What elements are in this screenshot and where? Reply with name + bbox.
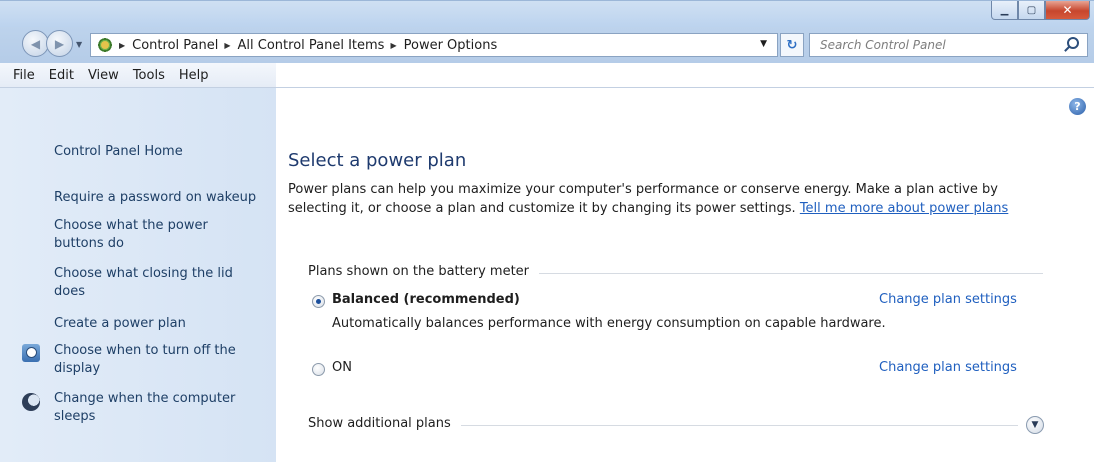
help-icon[interactable]: ? bbox=[1069, 98, 1086, 115]
plan-radio-on[interactable] bbox=[312, 363, 325, 376]
forward-button[interactable]: ▶ bbox=[46, 30, 73, 57]
history-dropdown-icon[interactable]: ▼ bbox=[76, 40, 82, 49]
sidebar-item-closing-lid[interactable]: Choose what closing the lid does bbox=[54, 265, 254, 301]
breadcrumb-arrow-icon[interactable]: ▶ bbox=[224, 41, 230, 50]
minimize-button[interactable]: ▁ bbox=[991, 1, 1018, 20]
close-button[interactable]: ✕ bbox=[1045, 1, 1090, 20]
intro-text: Power plans can help you maximize your c… bbox=[288, 180, 1048, 218]
address-bar[interactable]: ▶ Control Panel ▶ All Control Panel Item… bbox=[90, 33, 778, 57]
search-box[interactable] bbox=[809, 33, 1088, 57]
plan-name-on[interactable]: ON bbox=[332, 360, 352, 375]
breadcrumb-control-panel[interactable]: Control Panel bbox=[132, 38, 218, 53]
tell-me-more-link[interactable]: Tell me more about power plans bbox=[800, 201, 1008, 216]
page-title: Select a power plan bbox=[288, 150, 467, 171]
expand-chevron-icon[interactable]: ▼ bbox=[1026, 416, 1044, 434]
breadcrumb-power-options[interactable]: Power Options bbox=[404, 38, 498, 53]
plan-description-balanced: Automatically balances performance with … bbox=[332, 316, 886, 331]
menu-bar: File Edit View Tools Help bbox=[0, 63, 1094, 88]
menu-help[interactable]: Help bbox=[172, 68, 216, 83]
search-icon[interactable] bbox=[1067, 37, 1079, 49]
title-bar: ▁ ▢ ✕ bbox=[0, 0, 1094, 27]
sidebar-item-control-panel-home[interactable]: Control Panel Home bbox=[54, 143, 183, 161]
control-panel-icon bbox=[97, 37, 113, 53]
refresh-button[interactable]: ↻ bbox=[780, 33, 804, 57]
menu-view[interactable]: View bbox=[81, 68, 126, 83]
menu-edit[interactable]: Edit bbox=[42, 68, 81, 83]
show-additional-plans-label[interactable]: Show additional plans bbox=[308, 416, 461, 431]
change-plan-settings-link-balanced[interactable]: Change plan settings bbox=[879, 292, 1017, 307]
sidebar-item-sleep[interactable]: Change when the computer sleeps bbox=[54, 390, 254, 426]
plan-radio-balanced[interactable] bbox=[312, 295, 325, 308]
sleep-moon-icon bbox=[22, 393, 40, 411]
sidebar-item-require-password[interactable]: Require a password on wakeup bbox=[54, 189, 256, 207]
sidebar-item-power-buttons[interactable]: Choose what the power buttons do bbox=[54, 217, 254, 253]
navigation-bar: ◀ ▶ ▼ ▶ Control Panel ▶ All Control Pane… bbox=[0, 27, 1094, 63]
address-dropdown-icon[interactable]: ▼ bbox=[760, 39, 767, 49]
main-content: ? Select a power plan Power plans can he… bbox=[276, 88, 1094, 462]
group-label-battery-meter: Plans shown on the battery meter bbox=[308, 264, 540, 279]
breadcrumb-all-items[interactable]: All Control Panel Items bbox=[238, 38, 385, 53]
breadcrumb-arrow-icon[interactable]: ▶ bbox=[119, 41, 125, 50]
sidebar: Control Panel Home Require a password on… bbox=[0, 88, 276, 462]
menu-tools[interactable]: Tools bbox=[126, 68, 172, 83]
menu-file[interactable]: File bbox=[6, 68, 42, 83]
breadcrumb-arrow-icon[interactable]: ▶ bbox=[390, 41, 396, 50]
display-timer-icon bbox=[22, 344, 40, 362]
plan-name-balanced[interactable]: Balanced (recommended) bbox=[332, 292, 520, 307]
sidebar-item-create-plan[interactable]: Create a power plan bbox=[54, 315, 186, 333]
maximize-button[interactable]: ▢ bbox=[1018, 1, 1045, 20]
sidebar-item-display-off[interactable]: Choose when to turn off the display bbox=[54, 342, 254, 378]
back-button[interactable]: ◀ bbox=[22, 30, 49, 57]
change-plan-settings-link-on[interactable]: Change plan settings bbox=[879, 360, 1017, 375]
search-input[interactable] bbox=[820, 38, 1050, 52]
window-controls: ▁ ▢ ✕ bbox=[991, 1, 1090, 20]
